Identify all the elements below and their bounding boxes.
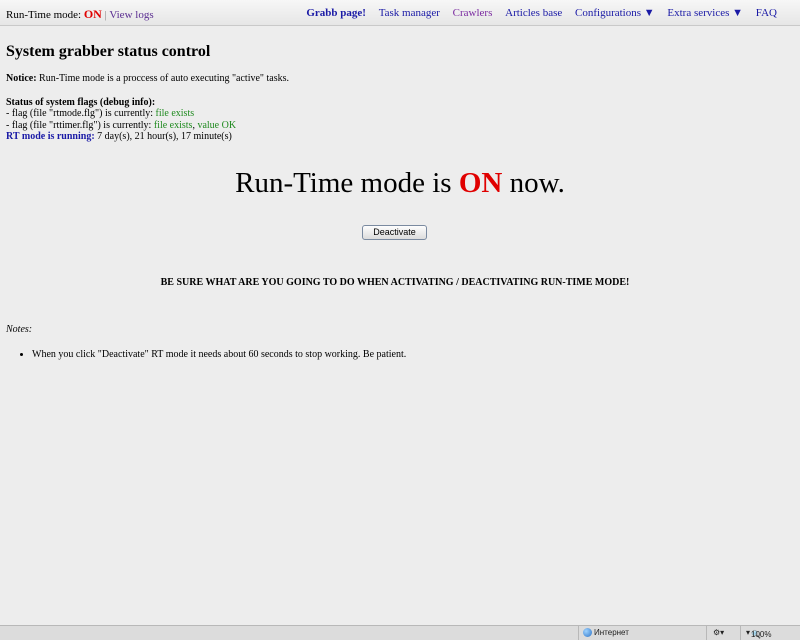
globe-icon <box>583 628 592 637</box>
notice-text: Run-Time mode is a proccess of auto exec… <box>36 73 290 84</box>
deactivate-button[interactable]: Deactivate <box>362 225 427 240</box>
nav-extra-services-dropdown[interactable]: Extra services ▼ <box>667 7 743 19</box>
page-title: System grabber status control <box>6 43 211 60</box>
flag-rtmode-status: file exists <box>155 108 195 119</box>
warning-text: BE SURE WHAT ARE YOU GOING TO DO WHEN AC… <box>160 277 630 288</box>
flag-rttimer-line: - flag (file "rttimer.flg") is currently… <box>6 120 796 132</box>
flag-rttimer-value: value OK <box>197 119 237 131</box>
flag-rtmode-line: - flag (file "rtmode.flg") is currently:… <box>6 108 796 120</box>
flag-rttimer-status: file exists <box>153 119 193 131</box>
status-panel: System grabber status control Notice: Ru… <box>6 43 796 143</box>
rt-mode-label: Run-Time mode: <box>6 9 82 21</box>
state-value: ON <box>458 167 503 199</box>
nav-configurations-dropdown[interactable]: Configurations ▼ <box>575 7 655 19</box>
rt-running-line: RT mode is running: 7 day(s), 21 hour(s)… <box>6 131 796 143</box>
separator: | <box>104 9 107 21</box>
list-item: When you click "Deactivate" RT mode it n… <box>32 349 406 360</box>
security-zone[interactable]: Интернет <box>578 626 701 640</box>
view-logs-link[interactable]: View logs <box>109 9 153 21</box>
rt-running-label: RT mode is running: <box>6 131 95 142</box>
nav-grabb-page[interactable]: Grabb page! <box>306 7 366 19</box>
notes-title: Notes: <box>6 324 33 335</box>
nav-crawlers[interactable]: Crawlers <box>453 7 493 19</box>
rt-running-value: 7 day(s), 21 hour(s), 17 minute(s) <box>94 131 232 142</box>
gear-icon: ⚙▾ <box>713 628 725 637</box>
zoom-control[interactable]: 🔍 100% ▾ <box>740 626 800 640</box>
flags-heading: Status of system flags (debug info): <box>6 97 796 109</box>
nav-task-manager[interactable]: Task manager <box>379 7 440 19</box>
notice-label: Notice: <box>6 73 37 84</box>
state-suffix: now. <box>502 167 565 199</box>
top-navigation-bar: Run-Time mode: ON | View logs Grabb page… <box>0 0 800 26</box>
rt-mode-state-heading: Run-Time mode is ON now. <box>0 166 800 200</box>
main-menu: Grabb page! Task manager Crawlers Articl… <box>296 7 777 19</box>
browser-status-bar: Интернет ⚙▾ 🔍 100% ▾ <box>0 625 800 640</box>
zoom-level: 100% <box>751 630 772 639</box>
nav-articles-base[interactable]: Articles base <box>505 7 562 19</box>
zone-label: Интернет <box>594 628 629 637</box>
notes-list: When you click "Deactivate" RT mode it n… <box>22 349 406 360</box>
notice-line: Notice: Run-Time mode is a proccess of a… <box>6 73 796 85</box>
flags-heading-text: Status of system flags (debug info): <box>6 96 156 108</box>
protected-mode[interactable]: ⚙▾ <box>706 626 741 640</box>
flag-rtmode-prefix: - flag (file "rtmode.flg") is currently: <box>6 108 156 119</box>
state-prefix: Run-Time mode is <box>235 167 459 199</box>
flag-rttimer-prefix: - flag (file "rttimer.flg") is currently… <box>6 119 154 131</box>
nav-faq[interactable]: FAQ <box>756 7 777 19</box>
rt-mode-value: ON <box>83 7 102 21</box>
rt-mode-indicator: Run-Time mode: ON | View logs <box>6 7 154 22</box>
